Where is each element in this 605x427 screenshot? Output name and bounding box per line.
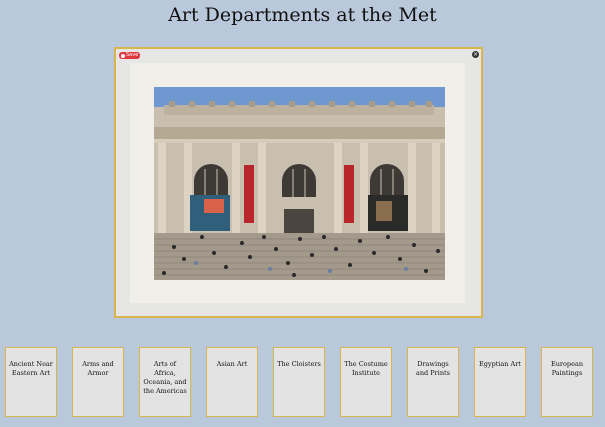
met-facade-image (154, 87, 445, 280)
department-card[interactable]: Asian Art (206, 347, 258, 417)
department-card[interactable]: Egyptian Art (474, 347, 526, 417)
save-button[interactable]: Save (119, 52, 141, 59)
department-card[interactable]: Drawings and Prints (407, 347, 459, 417)
department-label: Egyptian Art (479, 360, 521, 368)
museum-photo (154, 87, 445, 280)
save-label: Save (126, 52, 139, 58)
department-card[interactable]: Arts of Africa, Oceania, and the America… (139, 347, 191, 417)
image-modal: Save × (114, 47, 483, 318)
department-card[interactable]: The Costume Institute (340, 347, 392, 417)
department-label: Ancient Near Eastern Art (9, 360, 53, 377)
close-icon[interactable]: × (472, 51, 479, 58)
department-label: The Cloisters (277, 360, 321, 368)
department-label: The Costume Institute (344, 360, 388, 377)
department-card[interactable]: Ancient Near Eastern Art (5, 347, 57, 417)
department-label: Arts of Africa, Oceania, and the America… (143, 360, 187, 395)
department-card[interactable]: The Cloisters (273, 347, 325, 417)
department-card[interactable]: Arms and Armor (72, 347, 124, 417)
department-label: European Paintings (550, 360, 584, 377)
department-card[interactable]: European Paintings (541, 347, 593, 417)
page-title: Art Departments at the Met (168, 4, 437, 26)
department-label: Arms and Armor (82, 360, 114, 377)
department-list: Ancient Near Eastern Art Arms and Armor … (0, 347, 605, 419)
department-label: Asian Art (216, 360, 248, 368)
department-label: Drawings and Prints (416, 360, 450, 377)
pin-icon (121, 53, 125, 58)
